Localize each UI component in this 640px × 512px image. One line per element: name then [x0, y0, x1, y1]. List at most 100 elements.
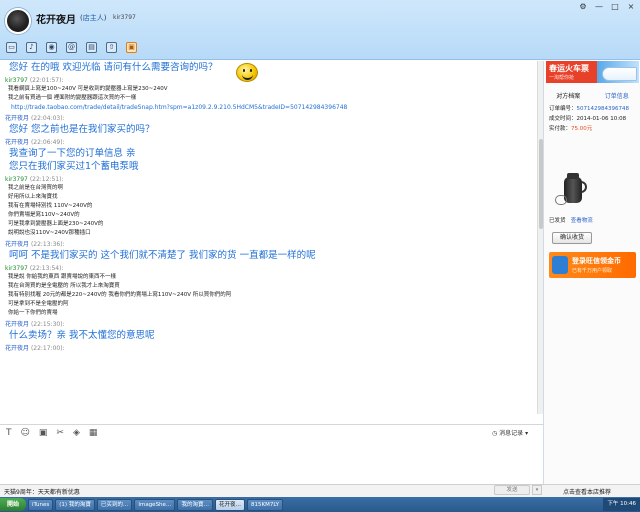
message-time: (22:17:00):: [30, 345, 65, 352]
order-number[interactable]: 507142984396748: [577, 106, 630, 112]
sender-name[interactable]: 花开夜月: [5, 345, 29, 352]
footer-promo-text[interactable]: 天猫9周年：天天都有新优惠: [4, 487, 80, 496]
system-clock[interactable]: 下午 10:46: [603, 498, 640, 511]
message-text: 說明說也沒110V~240V那種插口: [8, 230, 91, 236]
train-icon: [602, 67, 637, 81]
message-header: kir3797 (22:12:51):: [5, 175, 537, 184]
order-number-label: 订单编号：: [549, 106, 577, 112]
shop-recommend-link[interactable]: 点击查看本店推荐: [563, 487, 611, 496]
sender-name[interactable]: 花开夜月: [5, 241, 29, 248]
video-icon[interactable]: ◉: [46, 42, 57, 53]
message-text: 什么卖场？亲 我不太懂您的意思呢: [9, 330, 155, 341]
train-ticket-banner[interactable]: 春运火车票 一淘帮你抢: [546, 61, 639, 83]
chat-window-header: 花开夜月 (店主人) kir3797 ⚙ — □ × ▭ ♪ ◉ @ ▤ ⇧ ▣: [0, 0, 640, 60]
share-icon[interactable]: ⇧: [106, 42, 117, 53]
font-icon[interactable]: T: [6, 428, 12, 438]
right-panel-tabs: 对方档案 订单信息: [544, 89, 640, 102]
banner-subtitle: 一淘帮你抢: [549, 75, 575, 81]
footer-bar: [0, 484, 640, 497]
start-button[interactable]: 開始: [0, 498, 26, 511]
settings-icon[interactable]: ⚙: [578, 2, 588, 11]
message-header: 花开夜月 (22:15:30):: [5, 320, 537, 329]
banner-title: 春运火车票: [549, 64, 589, 73]
wangxin-promo-banner[interactable]: 登录旺信领金币 已有千万用户领取: [549, 252, 636, 278]
sender-name[interactable]: kir3797: [5, 176, 28, 183]
contact-avatar[interactable]: [5, 8, 31, 34]
contact-name: 花开夜月: [36, 15, 76, 26]
window-controls: ⚙ — □ ×: [578, 2, 636, 11]
input-toolbar: T ☺ ▣ ✂ ◈ ▦: [0, 424, 543, 440]
chat-history[interactable]: 您好 在的哦 欢迎光临 请问有什么需要咨询的吗？ kir3797 (22:01:5…: [0, 61, 537, 414]
taskbar-item-itunes[interactable]: iTunes: [28, 498, 54, 511]
message-history-button[interactable]: ◷ 消息记录 ▾: [492, 428, 528, 437]
paid-amount: 75.00元: [571, 126, 593, 132]
contact-role: (店主人): [80, 14, 107, 22]
message-input[interactable]: [0, 440, 543, 484]
message-text: 呵呵 不是我们家买的 这个我们就不清楚了 我们家的货 一直都是一样的呢: [9, 250, 316, 261]
message-time: (22:13:54):: [29, 265, 64, 272]
image-icon[interactable]: ▣: [39, 428, 48, 438]
message-header: kir3797 (22:01:57):: [5, 76, 537, 85]
emoji-icon[interactable]: ☺: [21, 428, 30, 438]
message-text: 好用所以上來淘寶找: [8, 194, 58, 200]
microphone-icon[interactable]: ♪: [26, 42, 37, 53]
wangxin-icon: [552, 256, 568, 274]
message-header: kir3797 (22:13:54):: [5, 264, 537, 273]
tab-profile[interactable]: 对方档案: [544, 89, 593, 102]
promo-title: 登录旺信领金币: [572, 257, 621, 265]
quick-phrase-icon[interactable]: ▦: [89, 428, 98, 438]
sender-name[interactable]: 花开夜月: [5, 139, 29, 146]
chat-toolbar: ▭ ♪ ◉ @ ▤ ⇧ ▣: [6, 42, 137, 53]
view-logistics-link[interactable]: 查看物流: [571, 218, 593, 224]
taskbar-item-imageshack[interactable]: ImageShe…: [134, 498, 176, 511]
message-text: 我在台灣買的是全電壓的 所以我才上來淘寶買: [8, 283, 120, 289]
product-thumbnail[interactable]: [554, 171, 590, 211]
message-time: (22:15:30):: [30, 321, 65, 328]
maximize-icon[interactable]: □: [610, 2, 620, 11]
message-text: 我有特別找喔 20元的都是220~240V的 我看你們的賣場上寫110V~240…: [8, 292, 232, 298]
taskbar-item-folder[interactable]: 815KM7LY: [246, 498, 284, 511]
taskbar-item-chat[interactable]: 花开夜…: [214, 498, 245, 511]
message-text: 我之前是在台灣買的啊: [8, 185, 64, 191]
contact-role-label[interactable]: 店主人: [83, 14, 104, 22]
taskbar-item-bought[interactable]: 已买到的…: [96, 498, 133, 511]
message-text: 我查询了一下您的订单信息 亲: [9, 148, 136, 159]
message-header: 花开夜月 (22:17:00):: [5, 344, 537, 353]
close-icon[interactable]: ×: [626, 2, 636, 11]
shipped-label: 已发货: [549, 218, 566, 224]
message-text: 您只在我们家买过1个蓄电泵哦: [9, 161, 139, 172]
shake-icon[interactable]: ◈: [73, 428, 80, 438]
windows-taskbar: 開始 iTunes (1) 我的淘寶 已买到的… ImageShe… 我的淘寶……: [0, 497, 640, 512]
confirm-receipt-button[interactable]: 确认收货: [552, 232, 592, 244]
shop-icon[interactable]: ▣: [126, 42, 137, 53]
message-text: 我之前有買過一個 裡面附的變壓器跟這次買的不一樣: [8, 95, 137, 101]
deal-time-label: 成交时间：: [549, 116, 577, 122]
contact-card-icon[interactable]: ▤: [86, 42, 97, 53]
message-link[interactable]: http://trade.taobao.com/trade/detail/tra…: [5, 103, 537, 112]
message-text: 我看網頁上寫是100~240V 可是收到的變壓器上寫是230~240V: [8, 86, 168, 92]
sender-name[interactable]: 花开夜月: [5, 115, 29, 122]
folder-icon[interactable]: ▭: [6, 42, 17, 53]
screenshot-icon[interactable]: ✂: [56, 428, 64, 438]
contact-id: kir3797: [113, 14, 136, 21]
sender-name[interactable]: 花开夜月: [5, 321, 29, 328]
tab-order-info[interactable]: 订单信息: [593, 89, 640, 102]
sender-name[interactable]: kir3797: [5, 77, 28, 84]
right-panel: 春运火车票 一淘帮你抢 对方档案 订单信息 订单编号：5071429843967…: [543, 61, 640, 484]
send-options-button[interactable]: ▾: [532, 485, 542, 495]
at-icon[interactable]: @: [66, 42, 77, 53]
message-text: 可是拿到不是全電壓的阿: [8, 301, 69, 307]
promo-subtitle: 已有千万用户领取: [572, 268, 613, 274]
taskbar-item-my-taobao[interactable]: 我的淘寶…: [177, 498, 213, 511]
taskbar-item-taobao[interactable]: (1) 我的淘寶: [55, 498, 95, 511]
shipping-status-row: 已发货 查看物流: [549, 216, 593, 224]
message-text: 你們賣場是寫110V~240V的: [8, 212, 80, 218]
message-text: 你給一下你們的賣場: [8, 310, 58, 316]
minimize-icon[interactable]: —: [594, 2, 604, 11]
paid-label: 实付款：: [549, 126, 572, 132]
message-text: 我是說 你給我的東西 跟賣場說的東西不一樣: [8, 274, 116, 280]
sender-name[interactable]: kir3797: [5, 265, 28, 272]
send-button[interactable]: 发送: [494, 485, 530, 495]
message-time: (22:01:57):: [29, 77, 64, 84]
message-time: (22:13:36):: [30, 241, 65, 248]
